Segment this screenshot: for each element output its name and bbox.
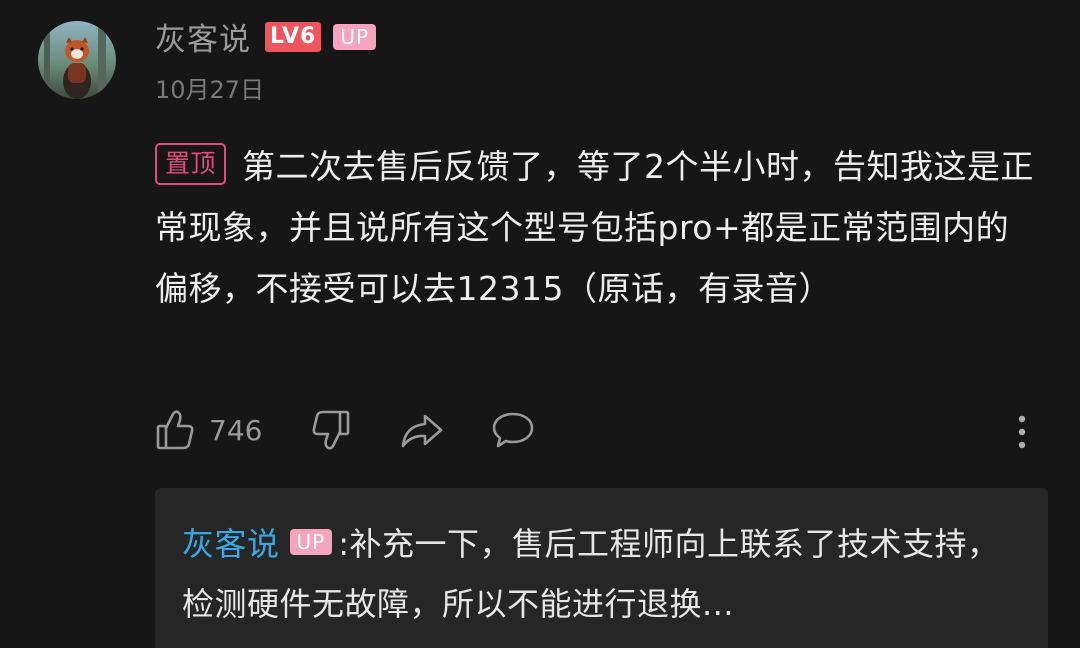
pinned-badge: 置顶	[155, 143, 227, 185]
avatar-image	[38, 21, 116, 99]
share-icon	[399, 408, 445, 452]
level-badge: LV6	[265, 21, 322, 52]
reply-username[interactable]: 灰客说	[182, 525, 280, 563]
more-button[interactable]	[1015, 408, 1029, 452]
more-icon	[1015, 408, 1029, 452]
reply-text-block: 灰客说 UP:补充一下，售后工程师向上联系了技术支持，检测硬件无故障，所以不能进行…	[182, 514, 1012, 634]
reply-button[interactable]	[491, 408, 535, 452]
dislike-button[interactable]	[311, 408, 351, 452]
reply-up-badge: UP	[289, 529, 333, 555]
comment-header: 灰客说 LV6 UP	[155, 14, 377, 59]
like-count: 746	[209, 413, 263, 447]
comment-text: 第二次去售后反馈了，等了2个半小时，告知我这是正常现象，并且说所有这个型号包括p…	[155, 147, 1035, 308]
avatar[interactable]	[38, 21, 116, 99]
comment-date: 10月27日	[155, 76, 265, 104]
comment-icon	[491, 408, 535, 452]
comment-card: 灰客说 LV6 UP 10月27日 置顶 第二次去售后反馈了，等了2个半小时，告知…	[0, 0, 1080, 648]
like-button[interactable]: 746	[155, 408, 262, 452]
share-button[interactable]	[399, 408, 445, 452]
up-badge: UP	[333, 23, 377, 50]
comment-actions: 746	[155, 408, 1040, 460]
username[interactable]: 灰客说	[155, 14, 251, 59]
dislike-icon	[311, 408, 351, 452]
reply-preview[interactable]: 灰客说 UP:补充一下，售后工程师向上联系了技术支持，检测硬件无故障，所以不能进行…	[155, 488, 1048, 648]
comment-content: 置顶 第二次去售后反馈了，等了2个半小时，告知我这是正常现象，并且说所有这个型号包…	[155, 136, 1040, 319]
reply-separator: :	[338, 525, 350, 563]
like-icon	[155, 408, 195, 452]
